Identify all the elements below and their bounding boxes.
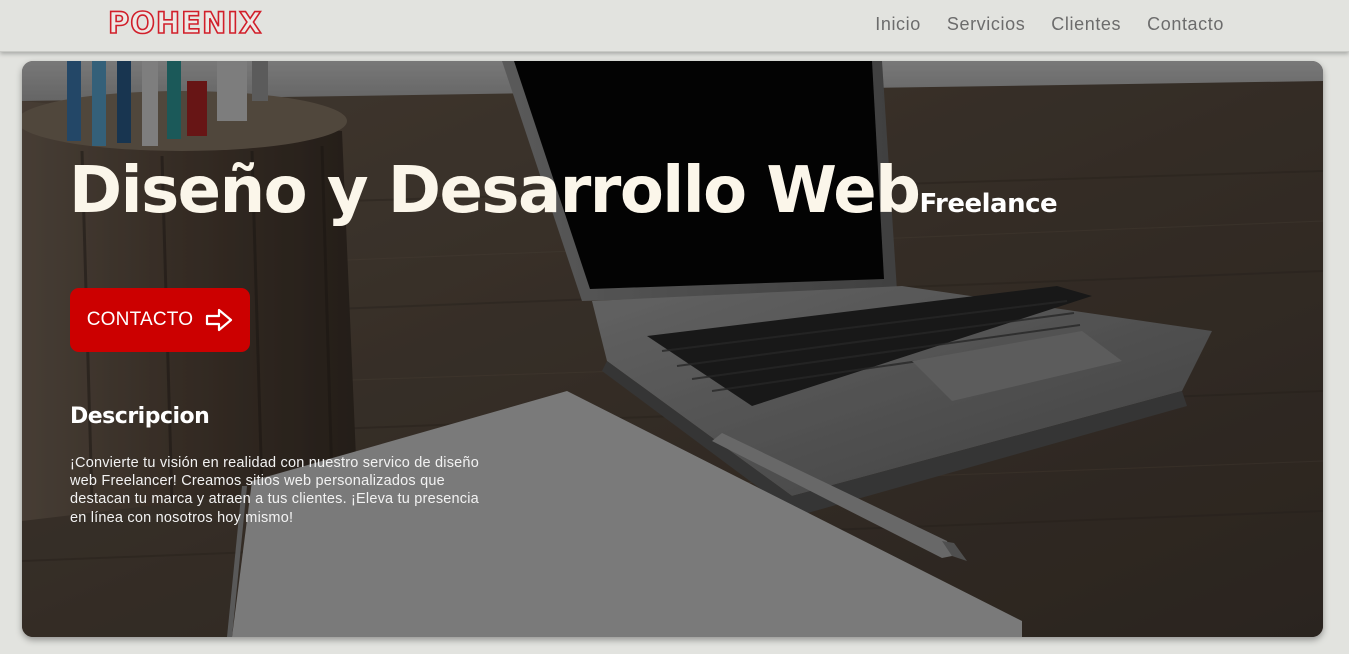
top-navbar: POHENIX Inicio Servicios Clientes Contac… [0, 0, 1349, 52]
nav-link-clientes[interactable]: Clientes [1051, 14, 1121, 35]
main-nav: Inicio Servicios Clientes Contacto [875, 14, 1224, 35]
hero-title: Diseño y Desarrollo WebFreelance [69, 159, 1058, 223]
nav-link-inicio[interactable]: Inicio [875, 14, 921, 35]
nav-link-servicios[interactable]: Servicios [947, 14, 1025, 35]
description-text: ¡Convierte tu visión en realidad con nue… [70, 455, 479, 526]
hero-title-main: Diseño y Desarrollo Web [69, 154, 921, 228]
contact-button-label: CONTACTO [86, 309, 194, 330]
contact-button[interactable]: CONTACTO [70, 288, 250, 352]
nav-link-contacto[interactable]: Contacto [1147, 14, 1224, 35]
hero-section: Diseño y Desarrollo WebFreelance CONTACT… [22, 61, 1323, 637]
hero-title-suffix: Freelance [919, 189, 1058, 219]
arrow-right-icon [206, 308, 233, 332]
description-title: Descripcion [70, 404, 210, 429]
brand-logo[interactable]: POHENIX [107, 5, 262, 41]
